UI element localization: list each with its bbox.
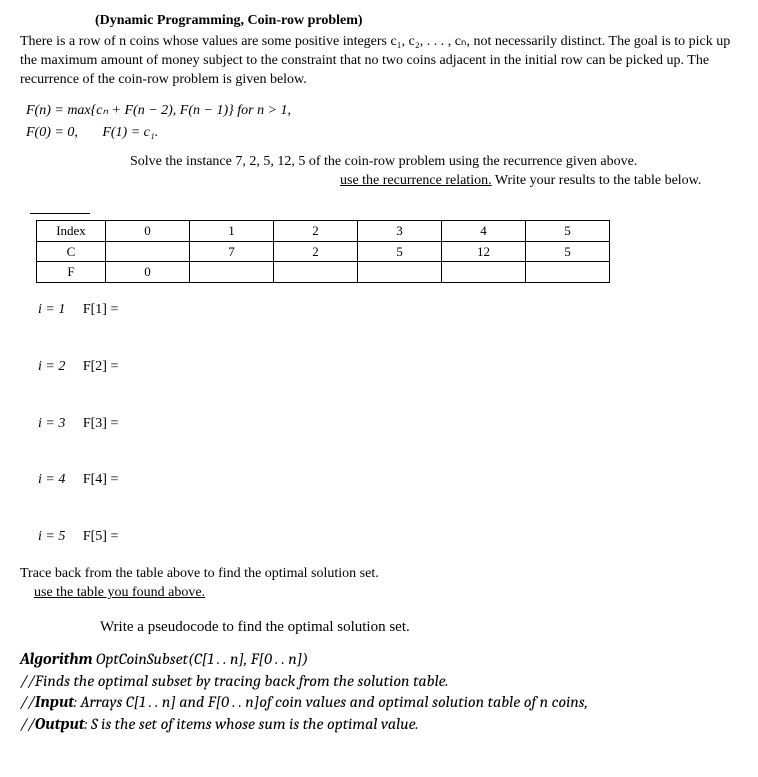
dp-table: Index 0 1 2 3 4 5 C 7 2 5 12 5 F 0	[36, 220, 610, 283]
cell: 12	[442, 241, 526, 262]
cell	[274, 262, 358, 283]
trace-instruction: Trace back from the table above to find …	[20, 565, 738, 584]
cell: 0	[106, 221, 190, 242]
cell	[106, 241, 190, 262]
cell: 7	[190, 241, 274, 262]
formula-main: F(n) = max{cₙ + F(n − 2), F(n − 1)} for …	[26, 102, 738, 121]
trace-sub-instruction: use the table you found above.	[34, 584, 738, 603]
cell: 1	[190, 221, 274, 242]
table-row-index: Index 0 1 2 3 4 5	[37, 221, 610, 242]
iteration-1: i = 1 F[1] =	[38, 301, 738, 320]
solve-line1: Solve the instance 7, 2, 5, 12, 5 of the…	[130, 153, 738, 172]
solve-line2: use the recurrence relation. Write your …	[340, 172, 738, 191]
cell	[190, 262, 274, 283]
cell: 2	[274, 221, 358, 242]
cell	[358, 262, 442, 283]
cell	[526, 262, 610, 283]
cell	[442, 262, 526, 283]
cell: 2	[274, 241, 358, 262]
algo-comment-input: //Input: Arrays C[1 . . n] and F[0 . . n…	[20, 692, 738, 714]
iteration-3: i = 3 F[3] =	[38, 415, 738, 434]
pseudocode-heading: Write a pseudocode to find the optimal s…	[100, 617, 738, 637]
cell: 5	[526, 241, 610, 262]
algorithm-block: Algorithm OptCoinSubset(C[1 . . n], F[0 …	[20, 649, 738, 735]
algo-signature: Algorithm OptCoinSubset(C[1 . . n], F[0 …	[20, 649, 738, 671]
algo-comment-output: //Output: S is the set of items whose su…	[20, 714, 738, 736]
algo-comment-desc: //Finds the optimal subset by tracing ba…	[20, 671, 738, 693]
cell: 3	[358, 221, 442, 242]
divider-line	[30, 213, 90, 214]
cell: 0	[106, 262, 190, 283]
cell: 5	[526, 221, 610, 242]
cell: 5	[358, 241, 442, 262]
formula-base: F(0) = 0, F(1) = c₁.	[26, 124, 738, 143]
cell: 4	[442, 221, 526, 242]
row-label-index: Index	[37, 221, 106, 242]
solve-instructions: Solve the instance 7, 2, 5, 12, 5 of the…	[130, 153, 738, 191]
iteration-5: i = 5 F[5] =	[38, 528, 738, 547]
table-row-f: F 0	[37, 262, 610, 283]
title: (Dynamic Programming, Coin-row problem)	[95, 12, 738, 31]
row-label-c: C	[37, 241, 106, 262]
row-label-f: F	[37, 262, 106, 283]
iteration-4: i = 4 F[4] =	[38, 471, 738, 490]
iteration-2: i = 2 F[2] =	[38, 358, 738, 377]
table-row-c: C 7 2 5 12 5	[37, 241, 610, 262]
recurrence-formulas: F(n) = max{cₙ + F(n − 2), F(n − 1)} for …	[26, 102, 738, 144]
problem-description: There is a row of n coins whose values a…	[20, 33, 738, 90]
